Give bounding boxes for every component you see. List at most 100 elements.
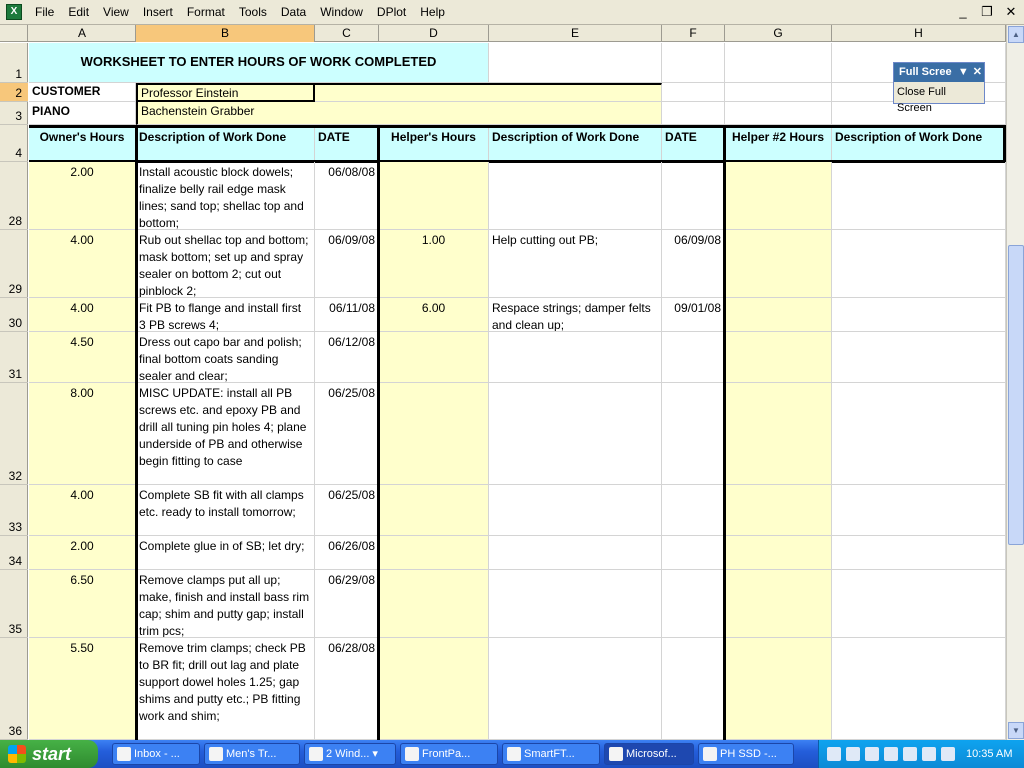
row-header-33[interactable]: 33 — [0, 485, 28, 536]
work-description-cell[interactable]: Install acoustic block dowels; finalize … — [136, 162, 315, 230]
work-description-cell[interactable]: Complete glue in of SB; let dry; — [136, 536, 315, 570]
task-microsoft-excel[interactable]: Microsof... — [604, 743, 694, 765]
helper-description-cell[interactable]: Help cutting out PB; — [489, 230, 662, 298]
helper2-description-cell[interactable] — [832, 298, 1006, 332]
work-date-cell[interactable]: 06/11/08 — [315, 298, 379, 332]
menu-insert[interactable]: Insert — [136, 0, 180, 25]
helper2-hours-cell[interactable] — [725, 638, 832, 740]
helper2-description-cell[interactable] — [832, 485, 1006, 536]
helper-description-cell[interactable] — [489, 638, 662, 740]
owner-hours-cell[interactable]: 8.00 — [29, 383, 136, 485]
owner-hours-cell[interactable]: 6.50 — [29, 570, 136, 638]
helper-date-cell[interactable] — [662, 485, 725, 536]
work-description-cell[interactable]: Rub out shellac top and bottom; mask bot… — [136, 230, 315, 298]
toolbar-close-icon[interactable]: ✕ — [971, 63, 984, 82]
helper2-hours-cell[interactable] — [725, 162, 832, 230]
column-header-g[interactable]: G — [725, 25, 832, 42]
helper-description-cell[interactable] — [489, 485, 662, 536]
helper-hours-cell[interactable] — [379, 332, 489, 383]
work-date-cell[interactable]: 06/25/08 — [315, 485, 379, 536]
helper2-description-cell[interactable] — [832, 332, 1006, 383]
helper-description-cell[interactable] — [489, 536, 662, 570]
row-header-2[interactable]: 2 — [0, 83, 28, 102]
helper2-hours-cell[interactable] — [725, 298, 832, 332]
tray-clock-icon[interactable] — [941, 747, 955, 761]
helper-date-cell[interactable]: 06/09/08 — [662, 230, 725, 298]
work-description-cell[interactable]: Remove clamps put all up; make, finish a… — [136, 570, 315, 638]
tray-monitor-icon[interactable] — [846, 747, 860, 761]
helper2-description-cell[interactable] — [832, 570, 1006, 638]
cell-g2[interactable] — [725, 83, 832, 102]
column-header-f[interactable]: F — [662, 25, 725, 42]
helper-date-cell[interactable] — [662, 383, 725, 485]
work-description-cell[interactable]: MISC UPDATE: install all PB screws etc. … — [136, 383, 315, 485]
helper-date-cell[interactable] — [662, 536, 725, 570]
helper2-hours-cell[interactable] — [725, 536, 832, 570]
menu-help[interactable]: Help — [413, 0, 452, 25]
helper-date-cell[interactable] — [662, 570, 725, 638]
close-icon[interactable]: ✕ — [1004, 4, 1018, 20]
owner-hours-cell[interactable]: 2.00 — [29, 162, 136, 230]
work-date-cell[interactable]: 06/12/08 — [315, 332, 379, 383]
owner-hours-cell[interactable]: 2.00 — [29, 536, 136, 570]
task-mens-tr[interactable]: Men's Tr... — [204, 743, 300, 765]
vertical-scrollbar[interactable]: ▲ ▼ — [1006, 25, 1024, 740]
cell-f3[interactable] — [662, 102, 725, 125]
header-helper-description[interactable]: Description of Work Done — [489, 128, 662, 162]
helper-hours-cell[interactable] — [379, 536, 489, 570]
work-date-cell[interactable]: 06/29/08 — [315, 570, 379, 638]
tray-chart-icon[interactable] — [884, 747, 898, 761]
helper2-description-cell[interactable] — [832, 162, 1006, 230]
menu-edit[interactable]: Edit — [61, 0, 96, 25]
column-header-d[interactable]: D — [379, 25, 489, 42]
menu-format[interactable]: Format — [180, 0, 232, 25]
scroll-up-icon[interactable]: ▲ — [1008, 26, 1024, 43]
start-button[interactable]: start — [0, 740, 98, 768]
full-screen-toolbar-titlebar[interactable]: Full Scree ▼ ✕ — [894, 63, 984, 82]
helper-date-cell[interactable] — [662, 162, 725, 230]
helper-hours-cell[interactable]: 6.00 — [379, 298, 489, 332]
helper-hours-cell[interactable] — [379, 570, 489, 638]
row-header-36[interactable]: 36 — [0, 638, 28, 740]
owner-hours-cell[interactable]: 4.50 — [29, 332, 136, 383]
task-smartftp[interactable]: SmartFT... — [502, 743, 600, 765]
helper-description-cell[interactable]: Respace strings; damper felts and clean … — [489, 298, 662, 332]
column-header-c[interactable]: C — [315, 25, 379, 42]
cell-f2[interactable] — [662, 83, 725, 102]
row-header-4[interactable]: 4 — [0, 125, 28, 162]
task-inbox[interactable]: Inbox - ... — [112, 743, 200, 765]
menu-view[interactable]: View — [96, 0, 136, 25]
minimize-icon[interactable]: _ — [956, 4, 970, 20]
customer-extra-cell[interactable] — [315, 83, 662, 102]
owner-hours-cell[interactable]: 4.00 — [29, 230, 136, 298]
row-header-30[interactable]: 30 — [0, 298, 28, 332]
tray-tool-icon[interactable] — [827, 747, 841, 761]
piano-value-cell[interactable]: Bachenstein Grabber — [136, 102, 662, 125]
select-all-corner[interactable] — [0, 25, 28, 42]
column-header-h[interactable]: H — [832, 25, 1006, 42]
work-description-cell[interactable]: Fit PB to flange and install first 3 PB … — [136, 298, 315, 332]
helper-description-cell[interactable] — [489, 162, 662, 230]
work-date-cell[interactable]: 06/08/08 — [315, 162, 379, 230]
customer-value-cell[interactable]: Professor Einstein — [136, 83, 315, 102]
row-header-3[interactable]: 3 — [0, 102, 28, 125]
task-2-windows[interactable]: 2 Wind... ▾ — [304, 743, 396, 765]
work-date-cell[interactable]: 06/25/08 — [315, 383, 379, 485]
work-date-cell[interactable]: 06/26/08 — [315, 536, 379, 570]
owner-hours-cell[interactable]: 4.00 — [29, 298, 136, 332]
cell-f1[interactable] — [662, 43, 725, 83]
menu-dplot[interactable]: DPlot — [370, 0, 413, 25]
taskbar-clock[interactable]: 10:35 AM — [966, 748, 1012, 760]
row-header-28[interactable]: 28 — [0, 162, 28, 230]
helper-hours-cell[interactable] — [379, 162, 489, 230]
row-header-32[interactable]: 32 — [0, 383, 28, 485]
tray-mail-icon[interactable] — [922, 747, 936, 761]
menu-file[interactable]: File — [28, 0, 61, 25]
cell-g3[interactable] — [725, 102, 832, 125]
cell-g1[interactable] — [725, 43, 832, 83]
toolbar-options-icon[interactable]: ▼ — [956, 63, 971, 82]
helper2-hours-cell[interactable] — [725, 383, 832, 485]
header-description[interactable]: Description of Work Done — [136, 128, 315, 162]
header-helpers-hours[interactable]: Helper's Hours — [379, 128, 489, 162]
helper-date-cell[interactable]: 09/01/08 — [662, 298, 725, 332]
